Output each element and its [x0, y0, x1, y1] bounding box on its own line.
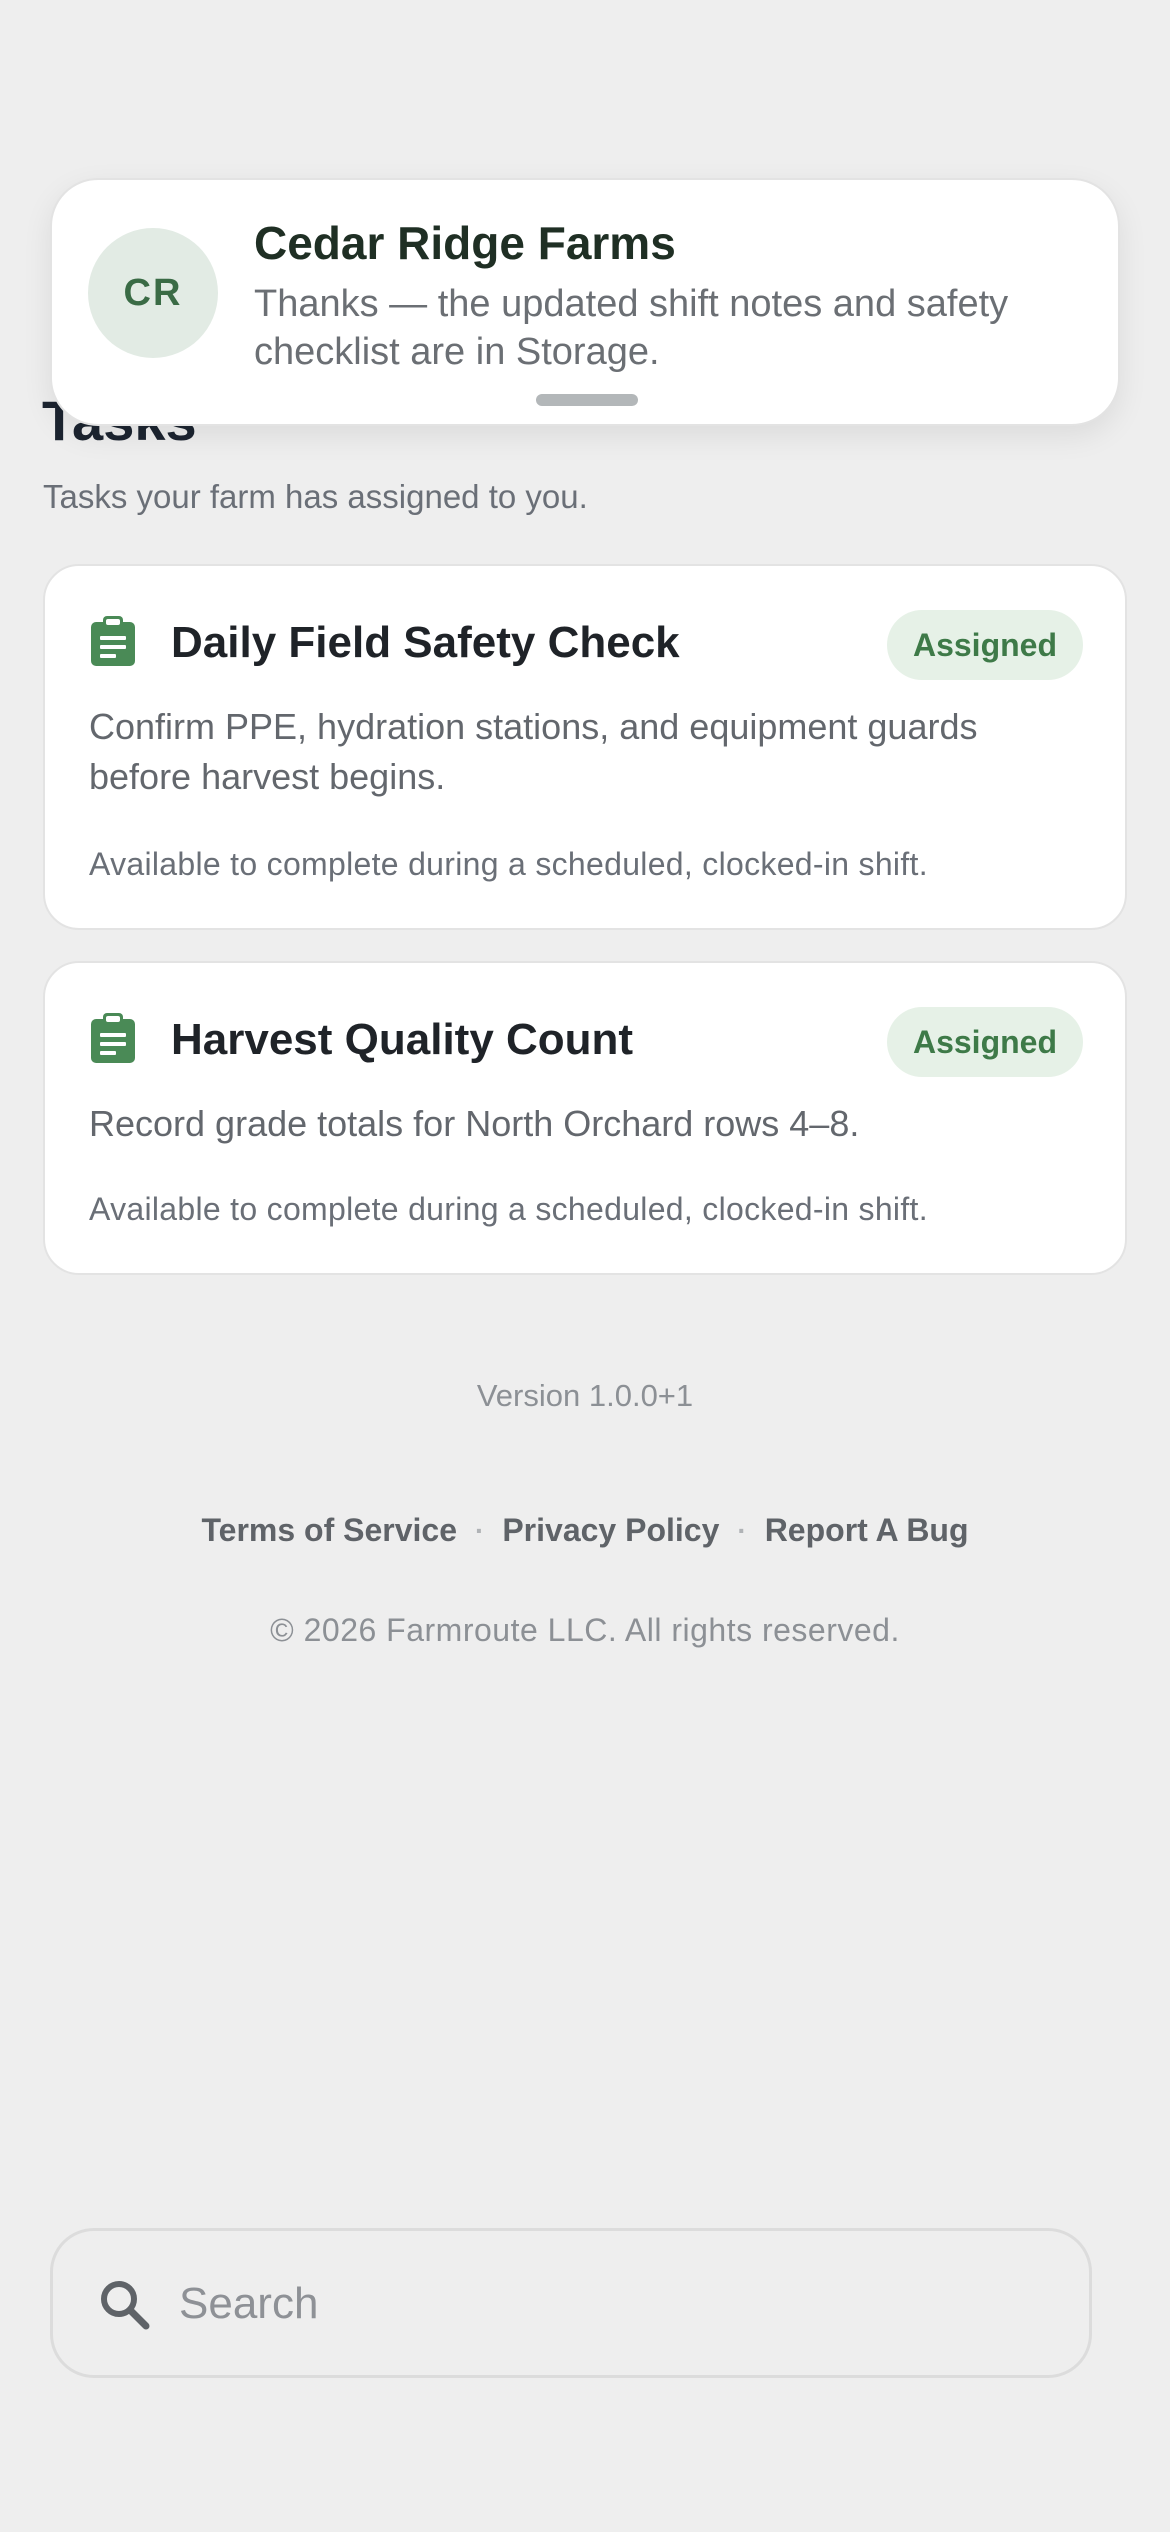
copyright: © 2026 Farmroute LLC. All rights reserve…	[270, 1612, 900, 1648]
app-version: Version 1.0.0+1	[476, 1378, 694, 1413]
clipboard-icon	[91, 1013, 135, 1063]
task-description: Confirm PPE, hydration stations, and equ…	[89, 706, 978, 797]
notification-drag-handle[interactable]	[536, 394, 638, 406]
task-description: Record grade totals for North Orchard ro…	[89, 1103, 860, 1144]
status-badge: Assigned	[886, 610, 1083, 680]
report-a-bug-link[interactable]: Report A Bug	[765, 1512, 969, 1549]
link-separator: ·	[737, 1514, 747, 1546]
link-separator: ·	[475, 1514, 485, 1546]
terms-of-service-link[interactable]: Terms of Service	[201, 1512, 457, 1549]
task-availability-note: Available to complete during a scheduled…	[89, 846, 928, 882]
clipboard-icon	[91, 616, 135, 666]
notification-message: Thanks — the updated shift notes and saf…	[254, 283, 1009, 373]
avatar: CR	[88, 228, 218, 358]
privacy-policy-link[interactable]: Privacy Policy	[502, 1512, 719, 1549]
task-card-daily-field-safety-check[interactable]: Daily Field Safety Check Assigned Confir…	[43, 564, 1127, 930]
footer-links: Terms of Service · Privacy Policy · Repo…	[0, 1512, 1170, 1549]
task-title: Harvest Quality Count	[171, 1015, 634, 1064]
task-availability-note: Available to complete during a scheduled…	[89, 1191, 928, 1227]
task-title: Daily Field Safety Check	[171, 618, 680, 667]
task-card-harvest-quality-count[interactable]: Harvest Quality Count Assigned Record gr…	[43, 961, 1127, 1275]
search-input[interactable]	[179, 2261, 1059, 2347]
notification-title: Cedar Ridge Farms	[254, 217, 676, 269]
notification-banner[interactable]: CR Cedar Ridge Farms Thanks — the update…	[50, 178, 1120, 426]
search-bar[interactable]	[50, 2228, 1092, 2378]
page-subtitle: Tasks your farm has assigned to you.	[43, 478, 588, 515]
search-icon	[101, 2281, 150, 2330]
status-badge: Assigned	[886, 1007, 1083, 1077]
